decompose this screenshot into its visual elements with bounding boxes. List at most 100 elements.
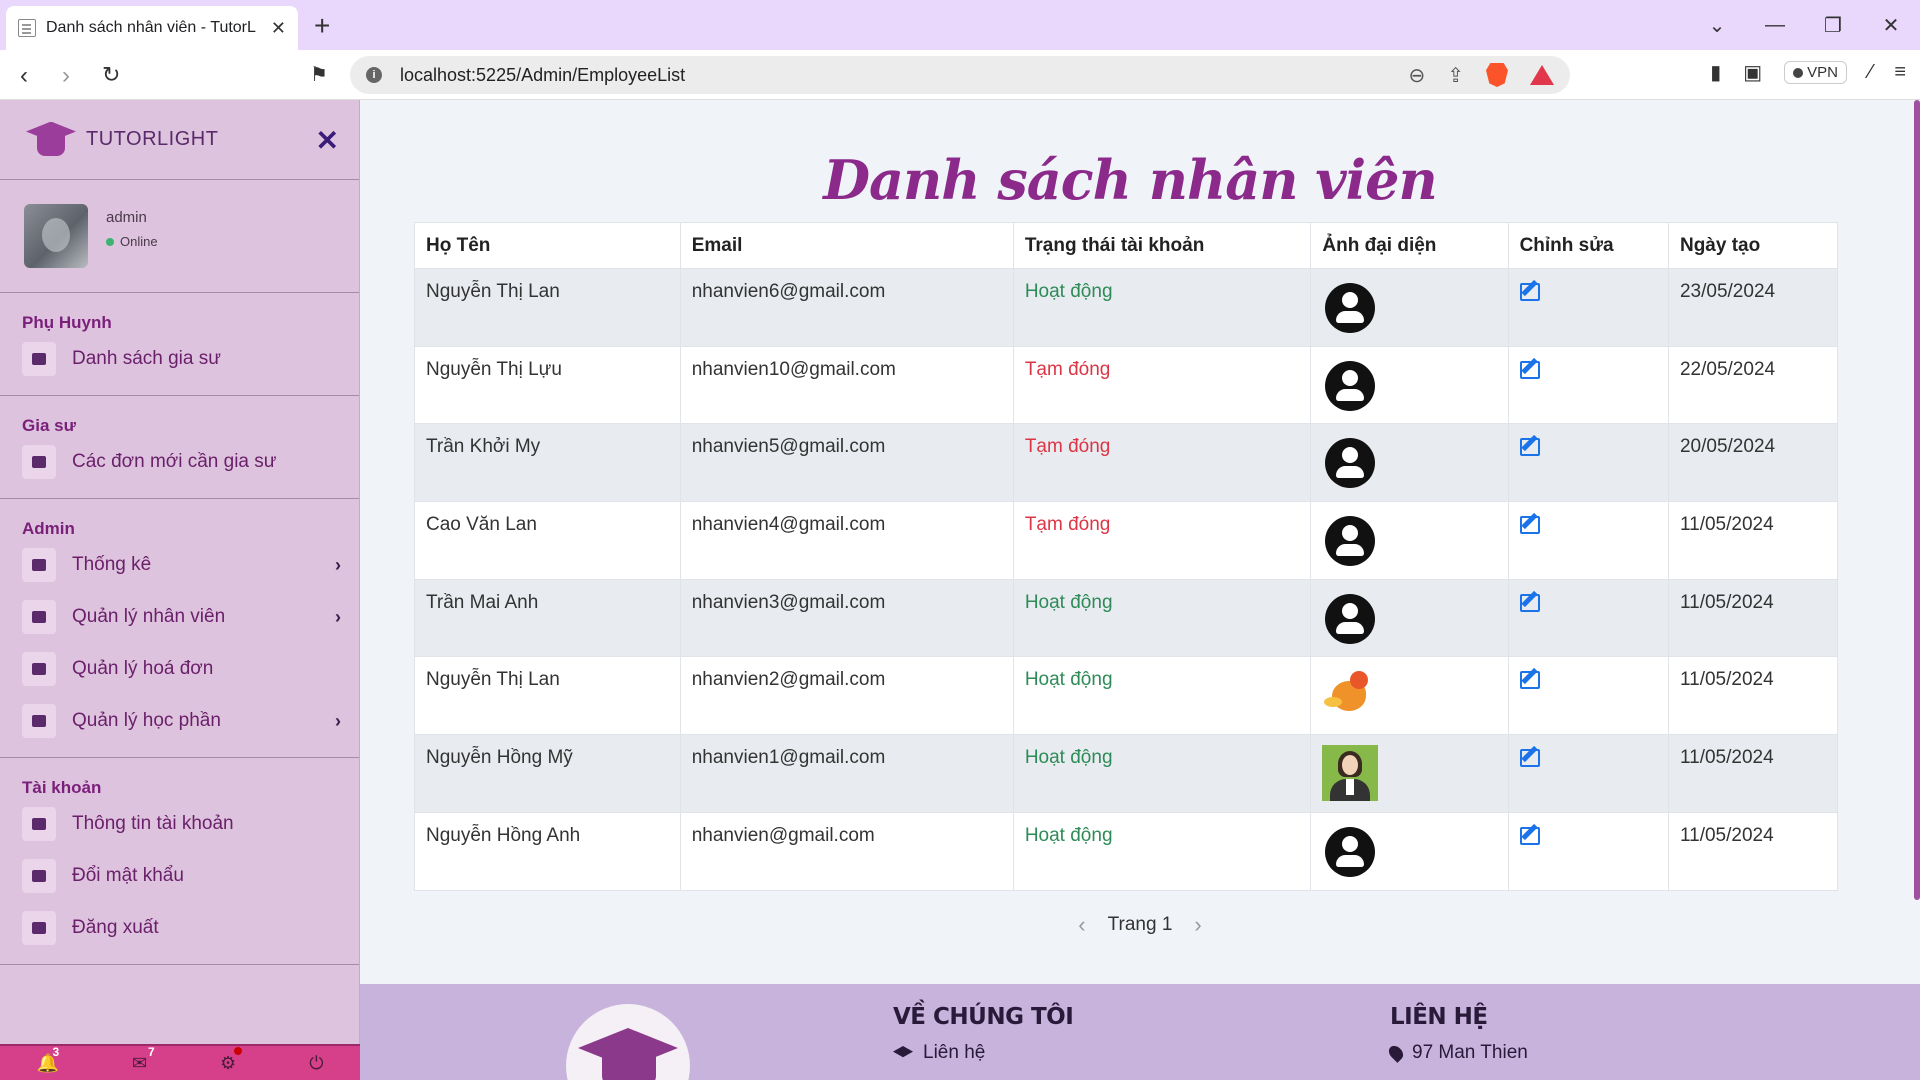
sidebar-toggle-icon[interactable]: ▮ [1710, 60, 1721, 85]
sidebar-item[interactable]: Thống kê › [0, 539, 359, 591]
forward-button[interactable]: › [62, 62, 70, 90]
invoice-icon [22, 652, 56, 686]
edit-cell [1507, 501, 1669, 580]
restore-button[interactable]: ❐ [1804, 13, 1862, 38]
contact-section: LIÊN HỆ 97 Man Thien [1386, 1004, 1528, 1064]
url-bar[interactable]: i localhost:5225/Admin/EmployeeList ⊖ ⇪ [350, 56, 1570, 94]
chevron-right-icon[interactable]: › [335, 711, 341, 732]
close-icon[interactable]: ✕ [316, 124, 339, 157]
brave-shield-icon[interactable] [1486, 63, 1508, 87]
minimize-button[interactable]: — [1746, 14, 1804, 37]
gear-icon[interactable]: ⚙ [220, 1046, 243, 1074]
status-badge: Hoạt động [1012, 734, 1312, 813]
rewards-icon[interactable] [1530, 65, 1554, 85]
next-page-icon[interactable]: › [1194, 912, 1201, 938]
site-info-icon[interactable]: i [366, 67, 382, 83]
envelope-icon[interactable]: ✉ 7 [132, 1045, 155, 1074]
sidebar-item[interactable]: Thông tin tài khoản [0, 798, 359, 850]
scrollbar[interactable] [1914, 100, 1920, 900]
online-dot-icon [106, 237, 114, 246]
power-icon[interactable]: ⏻ [309, 1053, 323, 1074]
close-window-button[interactable]: ✕ [1862, 13, 1920, 38]
sidebar-item[interactable]: Quản lý học phần › [0, 695, 359, 747]
status-badge: Hoạt động [1012, 268, 1312, 347]
edit-cell [1507, 345, 1669, 425]
menu-icon[interactable]: ≡ [1894, 61, 1906, 84]
user-circle-icon [1325, 593, 1376, 644]
prev-page-icon[interactable]: ‹ [1078, 912, 1085, 938]
share-icon[interactable]: ⇪ [1447, 63, 1464, 88]
about-link[interactable]: Liên hệ [923, 1042, 985, 1064]
edit-icon[interactable] [1519, 826, 1540, 845]
avatar-cell [1310, 656, 1509, 736]
edit-icon[interactable] [1519, 283, 1540, 301]
edit-icon[interactable] [1519, 360, 1540, 379]
menu-section: Phụ Huynh Danh sách gia sư [0, 293, 359, 396]
sidebar-item[interactable]: Đổi mật khẩu [0, 850, 359, 902]
brand-name: TUTORLIGHT [86, 128, 219, 150]
sidebar-item[interactable]: Đăng xuất [0, 902, 359, 954]
status-badge: Tạm đóng [1012, 423, 1312, 503]
message-count: 7 [147, 1044, 155, 1059]
employee-table: Họ Tên Email Trạng thái tài khoản Ảnh đại d… [414, 222, 1839, 891]
bell-icon[interactable]: 🔔 3 [37, 1045, 60, 1074]
employee-email: nhanvien1@gmail.com [679, 734, 1014, 813]
table-row: Nguyễn Thị Lan nhanvien6@gmail.com Hoạt độ… [414, 268, 1839, 347]
wallet-icon[interactable]: ▣ [1743, 60, 1762, 85]
calendar-icon [22, 445, 56, 479]
sidebar-item-label: Quản lý hoá đơn [72, 658, 214, 679]
contact-heading: LIÊN HỆ [1390, 1004, 1488, 1030]
sidebar-item-label: Thống kê [72, 554, 152, 575]
sidebar-item-label: Đổi mật khẩu [72, 865, 184, 886]
edit-icon[interactable] [1519, 593, 1540, 612]
user-panel: admin Online [0, 180, 359, 293]
sidebar-item-label: Quản lý nhân viên [72, 606, 226, 627]
sidebar-footer: 🔔 3 ✉ 7 ⚙ ⏻ [0, 1044, 360, 1080]
avatar-cell [1310, 734, 1509, 813]
reload-button[interactable]: ↻ [102, 62, 120, 88]
created-date: 11/05/2024 [1667, 811, 1839, 891]
menu-heading: Phụ Huynh [22, 313, 112, 332]
edit-cell [1507, 811, 1669, 891]
sidebar-item[interactable]: Quản lý nhân viên › [0, 591, 359, 643]
edit-cell [1507, 734, 1669, 813]
graduation-cap-logo-icon [26, 121, 76, 158]
extensions-icon[interactable]: ⁄ [1869, 61, 1872, 84]
status-badge: Tạm đóng [1012, 345, 1312, 425]
bookmark-icon[interactable]: ⚑ [310, 62, 328, 87]
pagination: ‹ Trang 1 › [360, 912, 1920, 938]
created-date: 11/05/2024 [1667, 656, 1839, 736]
sidebar-item[interactable]: Quản lý hoá đơn [0, 643, 359, 695]
user-status: Online [106, 234, 158, 249]
url-text[interactable]: localhost:5225/Admin/EmployeeList [400, 65, 685, 86]
tab-search-icon[interactable]: ⌄ [1688, 13, 1746, 38]
edit-icon[interactable] [1519, 516, 1540, 535]
chevron-right-icon[interactable]: › [335, 555, 341, 576]
close-tab-icon[interactable]: ✕ [271, 18, 286, 39]
column-header: Chỉnh sửa [1507, 222, 1669, 269]
zoom-icon[interactable]: ⊖ [1408, 63, 1425, 88]
edit-icon[interactable] [1519, 671, 1540, 690]
main-content: Danh sách nhân viên Họ Tên Email Trạng thá… [360, 100, 1920, 1080]
employee-name: Nguyễn Hồng Anh [414, 811, 681, 891]
vpn-label: VPN [1807, 64, 1838, 81]
page-label: Trang 1 [1107, 914, 1173, 935]
status-badge: Hoạt động [1012, 578, 1312, 658]
browser-tab[interactable]: Danh sách nhân viên - TutorLight ✕ [6, 6, 298, 50]
edit-icon[interactable] [1519, 749, 1540, 768]
new-tab-button[interactable]: + [314, 10, 330, 42]
brand[interactable]: TUTORLIGHT ✕ [0, 100, 359, 180]
table-header-row: Họ Tên Email Trạng thái tài khoản Ảnh đại d… [414, 222, 1839, 269]
employee-name: Cao Văn Lan [414, 501, 681, 580]
sidebar-item[interactable]: Danh sách gia sư [0, 333, 359, 385]
employee-email: nhanvien5@gmail.com [679, 423, 1014, 503]
table-row: Trần Mai Anh nhanvien3@gmail.com Hoạt động… [414, 578, 1839, 658]
avatar-cell [1310, 345, 1509, 425]
sidebar-item[interactable]: Các đơn mới cần gia sư [0, 436, 359, 488]
edit-icon[interactable] [1519, 438, 1540, 457]
vpn-button[interactable]: VPN [1784, 61, 1847, 84]
back-button[interactable]: ‹ [20, 62, 28, 90]
avatar-cell [1310, 268, 1509, 347]
edit-cell [1507, 423, 1669, 503]
chevron-right-icon[interactable]: › [335, 607, 341, 628]
